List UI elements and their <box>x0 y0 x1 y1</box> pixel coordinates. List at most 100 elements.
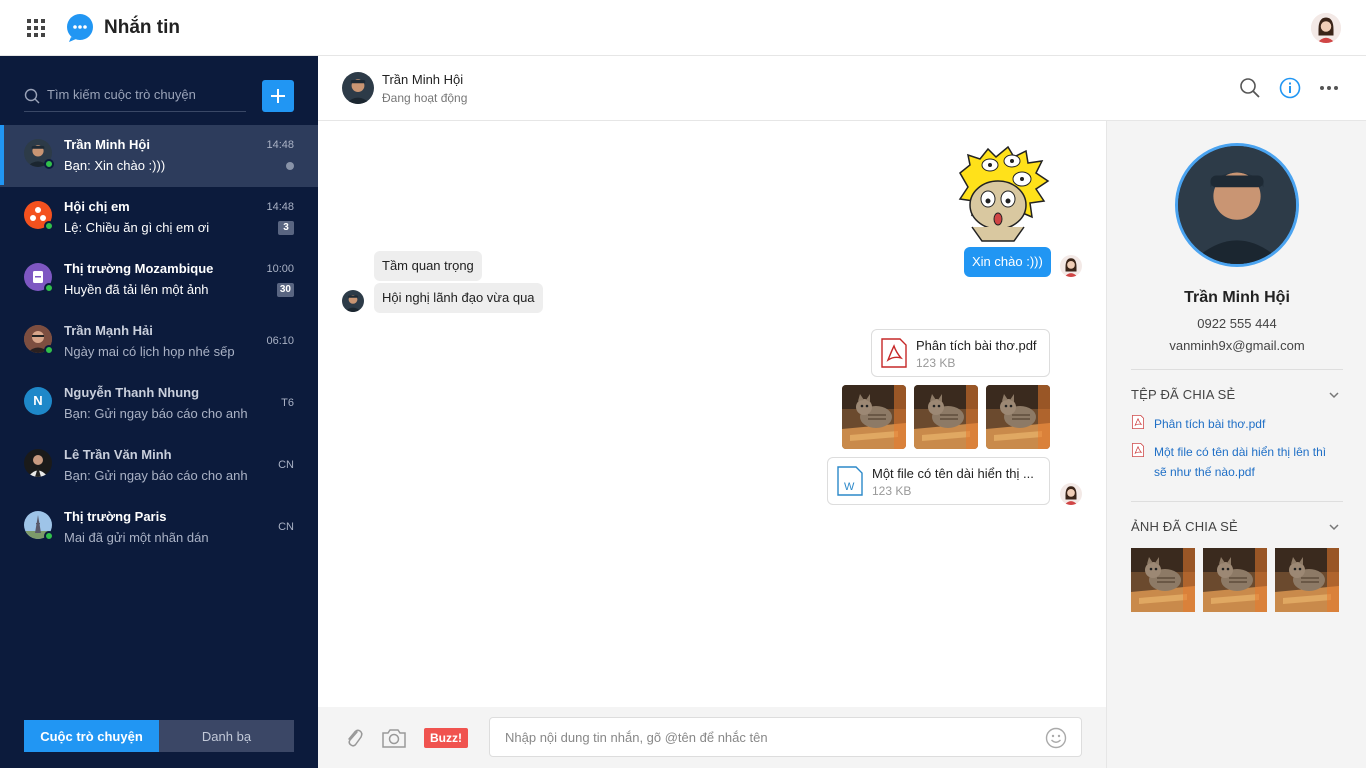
buzz-button[interactable]: Buzz! <box>424 728 468 748</box>
contact-profile-photo[interactable] <box>1175 143 1299 267</box>
conversation-preview: Bạn: Gửi ngay báo cáo cho anh <box>64 406 248 421</box>
avatar <box>24 325 54 355</box>
conversation-sidebar: Trần Minh Hội Bạn: Xin chào :))) 14:48 H… <box>0 56 318 768</box>
contact-name: Trần Minh Hội <box>382 72 464 87</box>
online-indicator <box>44 283 54 293</box>
avatar <box>24 139 54 169</box>
chat-header: Trần Minh Hội Đang hoạt động <box>318 56 1366 121</box>
file-size: 123 KB <box>916 356 956 370</box>
attach-file-button[interactable] <box>342 726 366 750</box>
pdf-icon <box>880 338 908 368</box>
conversation-time: 14:48 <box>266 139 294 151</box>
emoji-button[interactable] <box>1045 727 1067 749</box>
file-size: 123 KB <box>872 484 912 498</box>
message-bubble-outgoing[interactable]: Xin chào :))) <box>964 247 1051 277</box>
my-avatar <box>1060 255 1082 277</box>
new-conversation-button[interactable] <box>262 80 294 112</box>
shared-file-name: Một file có tên dài hiển thị lên thì sẽ … <box>1154 445 1327 479</box>
conversation-time: 06:10 <box>266 335 294 347</box>
conversation-name: Nguyễn Thanh Nhung <box>64 385 200 400</box>
group-avatar <box>24 263 54 293</box>
shared-file-item[interactable]: Phân tích bài thơ.pdf <box>1131 414 1331 434</box>
emoji-icon <box>1045 727 1067 749</box>
divider <box>1131 369 1343 370</box>
chevron-down-icon[interactable] <box>1329 390 1339 400</box>
online-indicator <box>44 531 54 541</box>
shared-files-title[interactable]: TỆP ĐÃ CHIA SẺ <box>1131 387 1235 402</box>
unread-dot <box>286 162 294 170</box>
image-attachment[interactable] <box>914 385 978 449</box>
shared-file-item[interactable]: Một file có tên dài hiển thị lên thì sẽ … <box>1131 442 1331 482</box>
conversation-time: CN <box>278 521 294 533</box>
conversation-item[interactable]: Trần Minh Hội Bạn: Xin chào :))) 14:48 <box>0 125 318 187</box>
contact-status: Đang hoạt động <box>382 91 468 105</box>
tab-conversations[interactable]: Cuộc trò chuyện <box>24 720 159 752</box>
conversation-preview: Lệ: Chiều ăn gì chị em ơi <box>64 220 210 235</box>
contact-avatar-small <box>342 290 364 312</box>
top-bar: Nhắn tin <box>0 0 1366 56</box>
avatar <box>24 449 52 477</box>
conversation-item[interactable]: Thị trường Mozambique Huyền đã tải lên m… <box>0 249 318 311</box>
conversation-time: 14:48 <box>266 201 294 213</box>
pdf-icon <box>1131 443 1145 457</box>
send-photo-button[interactable] <box>381 726 407 750</box>
online-indicator <box>44 345 54 355</box>
message-input[interactable] <box>505 730 1025 745</box>
message-area: Xin chào :))) Tầm quan trọng Hội nghị lã… <box>318 121 1106 707</box>
apps-grid-icon[interactable] <box>27 19 45 37</box>
contact-avatar[interactable] <box>342 72 374 104</box>
chevron-down-icon[interactable] <box>1329 522 1339 532</box>
group-avatar <box>24 201 54 231</box>
more-icon <box>1320 86 1338 90</box>
info-contact-name: Trần Minh Hội <box>1184 289 1290 306</box>
conversation-preview: Mai đã gửi một nhãn dán <box>64 530 209 545</box>
contact-info-panel: Trần Minh Hội 0922 555 444 vanminh9x@gma… <box>1106 121 1366 768</box>
more-options-button[interactable] <box>1318 77 1340 99</box>
info-phone: 0922 555 444 <box>1197 316 1277 331</box>
conversation-item[interactable]: Trần Mạnh Hải Ngày mai có lịch họp nhé s… <box>0 311 318 373</box>
word-icon <box>836 466 864 496</box>
file-name: Một file có tên dài hiển thị ... <box>872 466 1034 481</box>
shared-file-name: Phân tích bài thơ.pdf <box>1154 417 1266 431</box>
divider <box>1131 501 1343 502</box>
search-messages-button[interactable] <box>1239 77 1261 99</box>
image-attachment[interactable] <box>986 385 1050 449</box>
search-input[interactable] <box>47 87 242 102</box>
image-attachment[interactable] <box>842 385 906 449</box>
message-bubble-incoming[interactable]: Hội nghị lãnh đạo vừa qua <box>374 283 543 313</box>
conversation-time: 10:00 <box>266 263 294 275</box>
file-attachment[interactable]: Một file có tên dài hiển thị ... 123 KB <box>827 457 1050 505</box>
conversation-time: T6 <box>281 397 294 409</box>
file-attachment[interactable]: Phân tích bài thơ.pdf 123 KB <box>871 329 1050 377</box>
message-bubble-incoming[interactable]: Tầm quan trọng <box>374 251 482 281</box>
online-indicator <box>44 159 54 169</box>
conversation-name: Trần Mạnh Hải <box>64 323 153 338</box>
file-name: Phân tích bài thơ.pdf <box>916 338 1037 353</box>
shared-photo[interactable] <box>1203 548 1267 612</box>
conversation-item[interactable]: Hội chị em Lệ: Chiều ăn gì chị em ơi 14:… <box>0 187 318 249</box>
user-avatar[interactable] <box>1311 13 1341 43</box>
info-button[interactable] <box>1279 77 1301 99</box>
search-box <box>24 80 246 112</box>
attach-icon <box>348 729 363 747</box>
message-composer: Buzz! <box>318 707 1106 768</box>
chat-bubble-icon <box>67 14 93 42</box>
conversation-preview: Bạn: Gửi ngay báo cáo cho anh <box>64 468 248 483</box>
tab-contacts[interactable]: Danh bạ <box>159 720 294 752</box>
info-email: vanminh9x@gmail.com <box>1169 338 1305 353</box>
my-avatar <box>1060 483 1082 505</box>
conversation-item[interactable]: N Nguyễn Thanh Nhung Bạn: Gửi ngay báo c… <box>0 373 318 435</box>
conversation-preview: Huyền đã tải lên một ảnh <box>64 282 209 297</box>
conversation-item[interactable]: Thị trường Paris Mai đã gửi một nhãn dán… <box>0 497 318 559</box>
shared-photos-title[interactable]: ẢNH ĐÃ CHIA SẺ <box>1131 519 1238 534</box>
conversation-list: Trần Minh Hội Bạn: Xin chào :))) 14:48 H… <box>0 125 318 559</box>
conversation-item[interactable]: Lê Trần Văn Minh Bạn: Gửi ngay báo cáo c… <box>0 435 318 497</box>
conversation-name: Thị trường Paris <box>64 509 167 524</box>
group-avatar <box>24 511 54 541</box>
shared-photo[interactable] <box>1275 548 1339 612</box>
search-icon <box>24 88 40 104</box>
shared-photo[interactable] <box>1131 548 1195 612</box>
unread-badge: 3 <box>278 221 294 235</box>
conversation-name: Lê Trần Văn Minh <box>64 447 172 462</box>
search-icon <box>1240 78 1260 98</box>
